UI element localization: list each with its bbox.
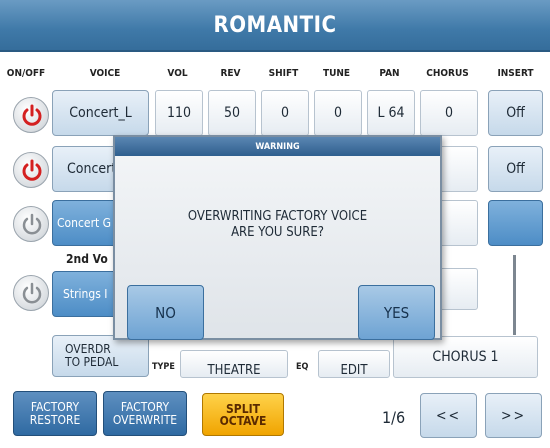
power-toggle-row1[interactable]: [13, 97, 49, 133]
prev-page-button[interactable]: <<: [420, 393, 477, 438]
voice-button-row1[interactable]: Concert_L: [52, 90, 149, 136]
next-page-button[interactable]: >>: [485, 393, 542, 438]
power-icon: [22, 282, 42, 304]
power-icon: [22, 159, 42, 181]
pan-value-row1[interactable]: L 64: [367, 90, 415, 136]
dialog-title: WARNING: [115, 137, 440, 156]
split-octave-button[interactable]: SPLIT OCTAVE: [202, 393, 284, 436]
page-title: ROMANTIC: [0, 0, 550, 52]
power-icon: [22, 104, 42, 126]
vol-value-row1[interactable]: 110: [155, 90, 203, 136]
overdrive-to-pedal-button[interactable]: OVERDR TO PEDAL: [52, 335, 149, 377]
col-rev: REV: [220, 68, 241, 79]
shift-value-row1[interactable]: 0: [261, 90, 309, 136]
factory-restore-button[interactable]: FACTORY RESTORE: [13, 391, 97, 436]
type-label: TYPE: [152, 362, 175, 372]
col-onoff: ON/OFF: [6, 68, 46, 79]
dialog-yes-button[interactable]: YES: [358, 285, 435, 340]
chorus-type-value[interactable]: CHORUS 1: [393, 336, 538, 378]
rev-value-row1[interactable]: 50: [208, 90, 256, 136]
factory-overwrite-button[interactable]: FACTORY OVERWRITE: [103, 391, 187, 436]
tune-value-row1[interactable]: 0: [314, 90, 362, 136]
col-shift: SHIFT: [268, 68, 299, 79]
eq-value[interactable]: EDIT: [318, 350, 390, 378]
col-vol: VOL: [167, 68, 188, 79]
page-indicator: 1/6: [382, 408, 406, 427]
power-toggle-row3[interactable]: [13, 206, 49, 242]
col-pan: PAN: [379, 68, 400, 79]
second-voice-label: 2nd Vo: [66, 252, 108, 266]
col-insert: INSERT: [497, 68, 534, 79]
dialog-no-button[interactable]: NO: [127, 285, 204, 340]
power-toggle-row2[interactable]: [13, 152, 49, 188]
dialog-message-line2: ARE YOU SURE?: [231, 225, 324, 240]
eq-label: EQ: [296, 362, 309, 372]
insert-button-row2[interactable]: Off: [488, 146, 543, 192]
insert-button-row3[interactable]: [488, 200, 543, 246]
insert-button-row1[interactable]: Off: [488, 90, 543, 136]
type-value[interactable]: THEATRE: [180, 350, 288, 378]
warning-dialog: WARNING OVERWRITING FACTORY VOICE ARE YO…: [113, 135, 442, 340]
insert-slider-track[interactable]: [513, 255, 516, 335]
col-chorus: CHORUS: [426, 68, 469, 79]
power-icon: [22, 213, 42, 235]
col-voice: VOICE: [89, 68, 121, 79]
power-toggle-row4[interactable]: [13, 275, 49, 311]
chorus-value-row1[interactable]: 0: [420, 90, 478, 136]
dialog-message-line1: OVERWRITING FACTORY VOICE: [187, 209, 368, 224]
col-tune: TUNE: [322, 68, 351, 79]
